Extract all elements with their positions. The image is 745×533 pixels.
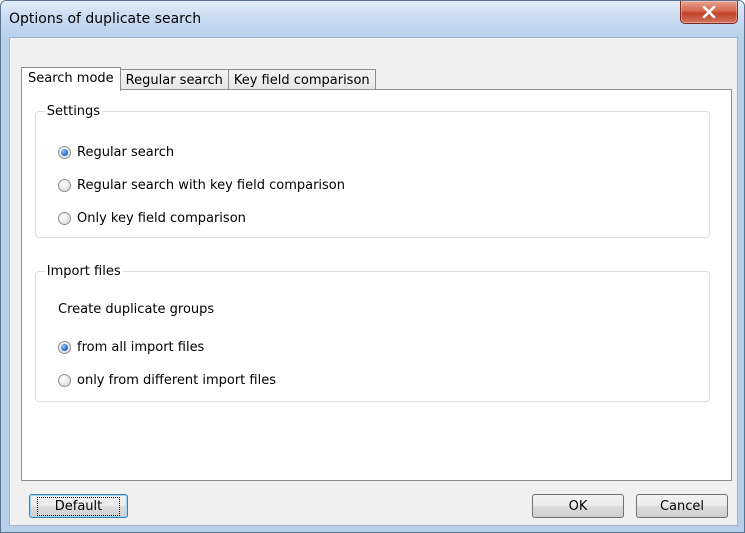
settings-legend: Settings — [46, 104, 101, 119]
radio-button[interactable] — [58, 373, 71, 387]
tab-key-field-comparison[interactable]: Key field comparison — [227, 69, 376, 90]
radio-label: only from different import files — [77, 372, 276, 388]
radio-from-all-import-files[interactable]: from all import files — [58, 338, 204, 356]
import-files-legend: Import files — [46, 264, 121, 279]
radio-label: Regular search — [77, 144, 175, 160]
default-button[interactable]: Default — [29, 494, 128, 518]
radio-regular-search-with-key-field[interactable]: Regular search with key field comparison — [58, 176, 345, 194]
radio-regular-search[interactable]: Regular search — [58, 143, 174, 161]
ok-button-label: OK — [568, 498, 588, 514]
radio-only-key-field[interactable]: Only key field comparison — [58, 209, 246, 227]
dialog-client-area: Search mode Regular search Key field com… — [9, 37, 738, 526]
radio-button-checked[interactable] — [58, 145, 71, 159]
title-bar[interactable]: Options of duplicate search — [1, 1, 744, 37]
radio-label: Only key field comparison — [77, 210, 246, 226]
import-files-group: Import files Create duplicate groups fro… — [35, 264, 710, 402]
cancel-button-label: Cancel — [659, 498, 705, 514]
tab-search-mode[interactable]: Search mode — [21, 67, 121, 91]
tab-regular-search[interactable]: Regular search — [119, 69, 229, 90]
cancel-button[interactable]: Cancel — [636, 494, 728, 518]
close-icon — [702, 6, 716, 18]
radio-label: from all import files — [77, 339, 205, 355]
window-title: Options of duplicate search — [9, 11, 202, 27]
radio-button[interactable] — [58, 211, 71, 225]
radio-button[interactable] — [58, 178, 71, 192]
default-button-label: Default — [36, 496, 121, 516]
settings-group: Settings Regular search Regular search w… — [35, 104, 710, 238]
tab-strip: Search mode Regular search Key field com… — [21, 66, 376, 91]
close-button[interactable] — [680, 1, 738, 24]
dialog-window: Options of duplicate search Search mode … — [0, 0, 745, 533]
radio-button-checked[interactable] — [58, 340, 71, 354]
ok-button[interactable]: OK — [532, 494, 624, 518]
radio-label: Regular search with key field comparison — [77, 177, 345, 193]
create-duplicate-groups-label: Create duplicate groups — [58, 302, 215, 317]
radio-only-from-different-import-files[interactable]: only from different import files — [58, 371, 276, 389]
